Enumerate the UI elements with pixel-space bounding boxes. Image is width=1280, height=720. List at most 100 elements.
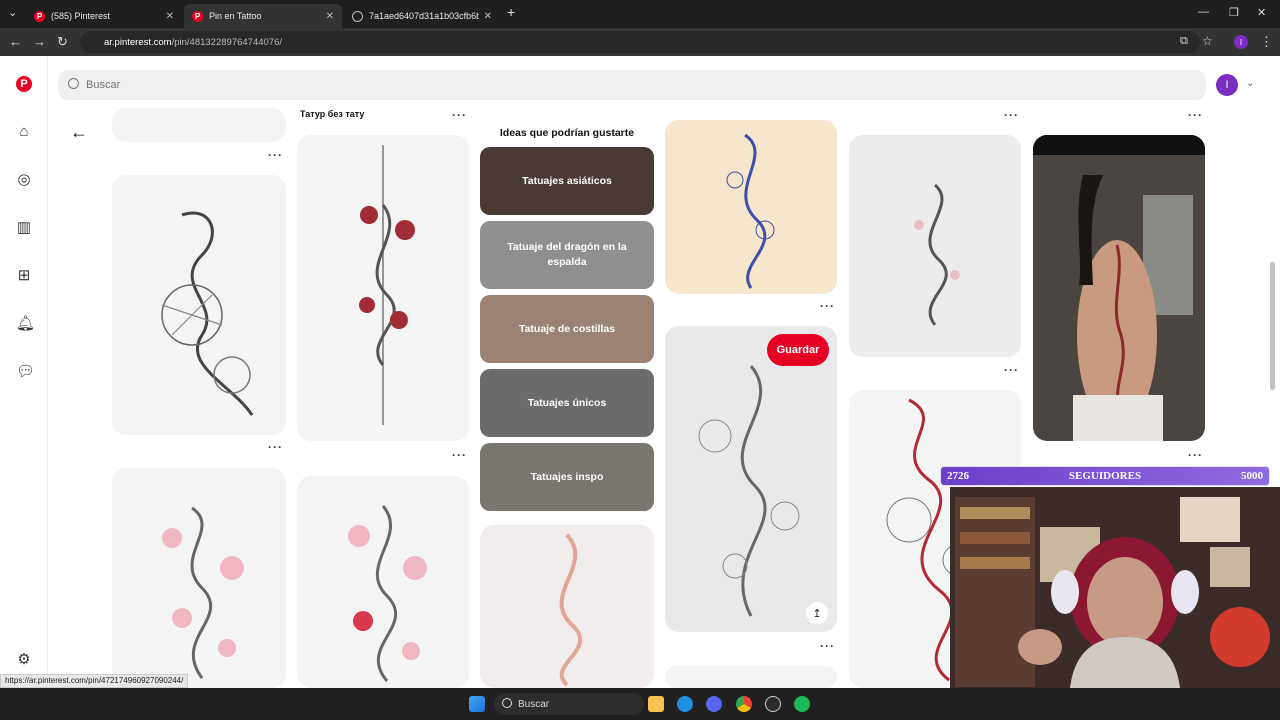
- tab-label: 7a1aed6407d31a1b03cfb6b8c4: [369, 11, 479, 21]
- left-navigation-rail: P ⌂ ◎ ▥ ⊞ 🔔︎ 💬︎ ⚙: [0, 56, 48, 688]
- home-icon[interactable]: ⌂: [16, 124, 32, 140]
- pin-back-tattoo-photo[interactable]: [1033, 135, 1205, 441]
- reload-icon[interactable]: ↻: [57, 34, 68, 50]
- settings-gear-icon[interactable]: ⚙: [16, 652, 32, 668]
- tab-hash[interactable]: 7a1aed6407d31a1b03cfb6b8c4 ✕: [344, 4, 500, 28]
- pin-blue-dragon[interactable]: [665, 120, 837, 294]
- url-path: /pin/48132289764744076/: [171, 36, 283, 48]
- back-arrow-icon[interactable]: ←: [70, 122, 88, 143]
- pin-peach-dragon[interactable]: [480, 525, 654, 688]
- more-options-icon[interactable]: ···: [1188, 108, 1203, 122]
- more-options-icon[interactable]: ···: [268, 440, 283, 454]
- windows-taskbar: Buscar: [0, 688, 1280, 720]
- status-link-url: https://ar.pinterest.com/pin/47217496092…: [0, 674, 189, 688]
- bookmark-star-icon[interactable]: ☆: [1202, 34, 1213, 48]
- taskbar-search-label: Buscar: [518, 698, 550, 710]
- create-plus-icon[interactable]: ⊞: [16, 268, 32, 284]
- idea-card-rib-tattoo[interactable]: Tatuaje de costillas: [480, 295, 654, 363]
- browser-menu-icon[interactable]: ⋮: [1260, 34, 1273, 50]
- pin-red-floral-dragon[interactable]: [297, 135, 469, 441]
- pinterest-logo-icon[interactable]: P: [16, 76, 32, 92]
- browser-profile-avatar[interactable]: I: [1234, 35, 1248, 49]
- account-chevron-down-icon[interactable]: ⌄: [1246, 78, 1254, 89]
- pin-image[interactable]: [112, 108, 286, 142]
- pin-pink-dragon-sketch-2[interactable]: [297, 476, 469, 688]
- window-close-icon[interactable]: ✕: [1257, 6, 1266, 19]
- url-field[interactable]: ar.pinterest.com/pin/48132289764744076/: [80, 31, 1200, 53]
- save-button[interactable]: Guardar: [767, 334, 829, 366]
- more-options-icon[interactable]: ···: [452, 448, 467, 462]
- spotify-icon[interactable]: [794, 696, 810, 712]
- pin-image[interactable]: [665, 666, 837, 688]
- back-tattoo-photo: [1033, 135, 1205, 441]
- more-options-icon[interactable]: ···: [820, 299, 835, 313]
- more-options-icon[interactable]: ···: [820, 639, 835, 653]
- dragon-pink-illustration: [348, 505, 427, 682]
- share-icon[interactable]: ↥: [806, 602, 828, 624]
- windows-start-icon[interactable]: [469, 696, 485, 712]
- more-options-icon[interactable]: ···: [268, 148, 283, 162]
- followers-current: 2726: [947, 470, 969, 482]
- more-options-icon[interactable]: ···: [452, 108, 467, 122]
- page-scrollbar[interactable]: [1270, 262, 1275, 390]
- tab-list-icon[interactable]: ⌄: [8, 6, 17, 19]
- idea-label: Tatuajes asiáticos: [522, 174, 612, 187]
- idea-card-asian-tattoos[interactable]: Tatuajes asiáticos: [480, 147, 654, 215]
- followers-goal-bar: 2726 SEGUIDORES 5000: [940, 466, 1270, 486]
- new-tab-icon[interactable]: +: [507, 4, 515, 20]
- idea-label: Tatuajes inspo: [530, 470, 604, 483]
- file-explorer-icon[interactable]: [648, 696, 664, 712]
- idea-label: Tatuaje de costillas: [518, 322, 616, 335]
- idea-card-back-dragon[interactable]: Tatuaje del dragón en la espalda: [480, 221, 654, 289]
- discord-icon[interactable]: [706, 696, 722, 712]
- pin-caption: Татур без тату: [300, 109, 365, 119]
- forward-arrow-icon[interactable]: →: [33, 34, 46, 49]
- idea-card-inspo-tattoos[interactable]: Tatuajes inspo: [480, 443, 654, 511]
- account-avatar[interactable]: I: [1216, 74, 1238, 96]
- globe-favicon-icon: [352, 10, 363, 22]
- pin-pink-dragon-sketch[interactable]: [112, 468, 286, 688]
- close-tab-icon[interactable]: ✕: [484, 11, 492, 22]
- followers-label: SEGUIDORES: [1068, 470, 1142, 482]
- tab-label: (585) Pinterest: [51, 11, 111, 21]
- dragon-pink-illustration: [162, 506, 244, 679]
- explore-compass-icon[interactable]: ◎: [16, 172, 32, 188]
- pinterest-favicon-icon: P: [192, 10, 203, 22]
- search-icon: [502, 698, 512, 708]
- address-toolbar: ← → ↻ ar.pinterest.com/pin/4813228976474…: [0, 28, 1280, 56]
- minimize-icon[interactable]: —: [1198, 6, 1209, 18]
- url-domain: ar.pinterest.com: [104, 36, 172, 48]
- search-placeholder: Buscar: [86, 79, 121, 91]
- install-app-icon[interactable]: ⧉: [1180, 35, 1188, 48]
- dragon-sketch-illustration: [161, 211, 254, 416]
- tab-pinterest-home[interactable]: P (585) Pinterest ✕: [26, 4, 182, 28]
- pin-small-dragon[interactable]: [849, 135, 1021, 357]
- maximize-icon[interactable]: ❐: [1229, 6, 1239, 19]
- taskbar-search[interactable]: Buscar: [494, 693, 644, 715]
- idea-card-unique-tattoos[interactable]: Tatuajes únicos: [480, 369, 654, 437]
- more-options-icon[interactable]: ···: [1004, 108, 1019, 122]
- close-tab-icon[interactable]: ✕: [326, 11, 334, 22]
- chrome-icon[interactable]: [736, 696, 752, 712]
- boards-icon[interactable]: ▥: [16, 220, 32, 236]
- followers-goal: 5000: [1240, 470, 1263, 482]
- notifications-bell-icon[interactable]: 🔔︎: [16, 316, 35, 332]
- dragon-grey-illustration: [698, 365, 800, 617]
- obs-icon[interactable]: [765, 696, 781, 712]
- messages-icon[interactable]: 💬︎: [16, 364, 35, 380]
- pin-dragon-lily-sketch[interactable]: [112, 175, 286, 435]
- tab-label: Pin en Tattoo: [209, 11, 262, 21]
- tab-pin-tattoo[interactable]: P Pin en Tattoo ✕: [184, 4, 342, 28]
- edge-browser-icon[interactable]: [677, 696, 693, 712]
- idea-label: Tatuajes únicos: [527, 396, 607, 409]
- close-tab-icon[interactable]: ✕: [166, 11, 174, 22]
- idea-label: Tatuaje del dragón en la espalda: [507, 241, 627, 268]
- pinterest-favicon-icon: P: [34, 10, 45, 22]
- browser-tab-bar: ⌄ P (585) Pinterest ✕ P Pin en Tattoo ✕ …: [0, 0, 1280, 28]
- back-arrow-icon[interactable]: ←: [9, 34, 22, 49]
- search-input[interactable]: Buscar: [58, 70, 1206, 100]
- more-options-icon[interactable]: ···: [1188, 448, 1203, 462]
- dragon-peach-illustration: [559, 533, 582, 687]
- pin-grey-floral-dragon[interactable]: [665, 326, 837, 632]
- more-options-icon[interactable]: ···: [1004, 363, 1019, 377]
